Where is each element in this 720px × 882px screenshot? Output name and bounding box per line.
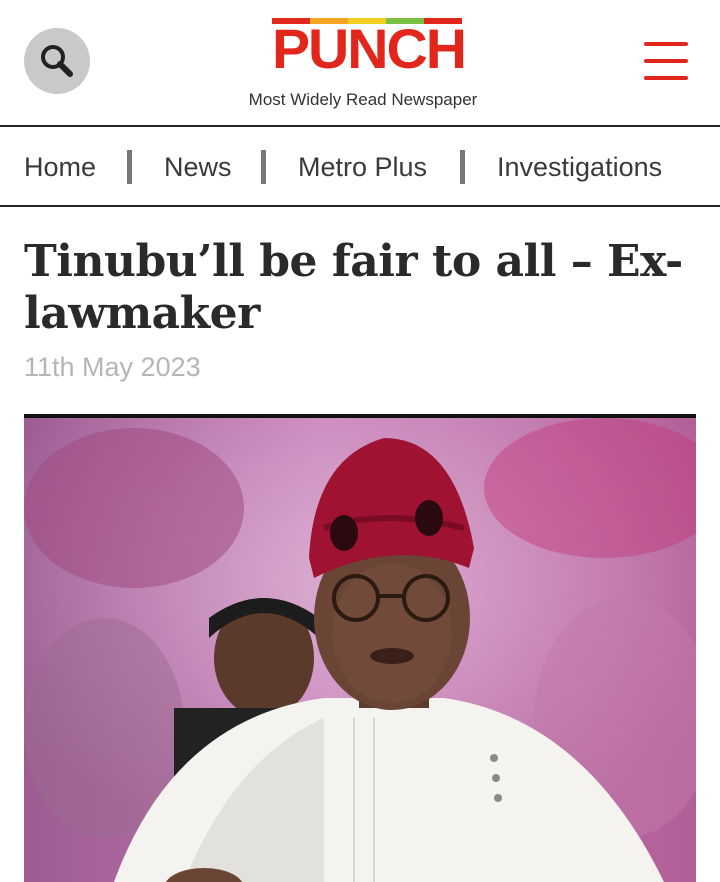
site-tagline: Most Widely Read Newspaper [248,90,478,109]
article-photo[interactable] [24,414,696,882]
article-headline[interactable]: Tinubu’ll be fair to all – Ex-lawmaker [24,236,704,340]
nav-item-investigations[interactable]: Investigations [497,128,662,206]
hamburger-menu-icon[interactable] [644,42,688,80]
main-nav: Home News Metro Plus Investigations [0,128,720,206]
punch-logo[interactable]: PUNCH [272,18,467,78]
nav-divider [0,205,720,207]
site-header: PUNCH Most Widely Read Newspaper [0,0,720,126]
nav-separator [127,150,132,184]
nav-separator [460,150,465,184]
nav-item-metro-plus[interactable]: Metro Plus [298,128,427,206]
search-icon [41,45,73,77]
nav-item-news[interactable]: News [164,128,232,206]
nav-separator [261,150,266,184]
article-date: 11th May 2023 [24,352,201,382]
header-divider [0,125,720,127]
logo-text: PUNCH [272,17,467,80]
search-button[interactable] [24,28,90,94]
article-photo-illustration [24,418,696,882]
nav-item-home[interactable]: Home [24,128,96,206]
